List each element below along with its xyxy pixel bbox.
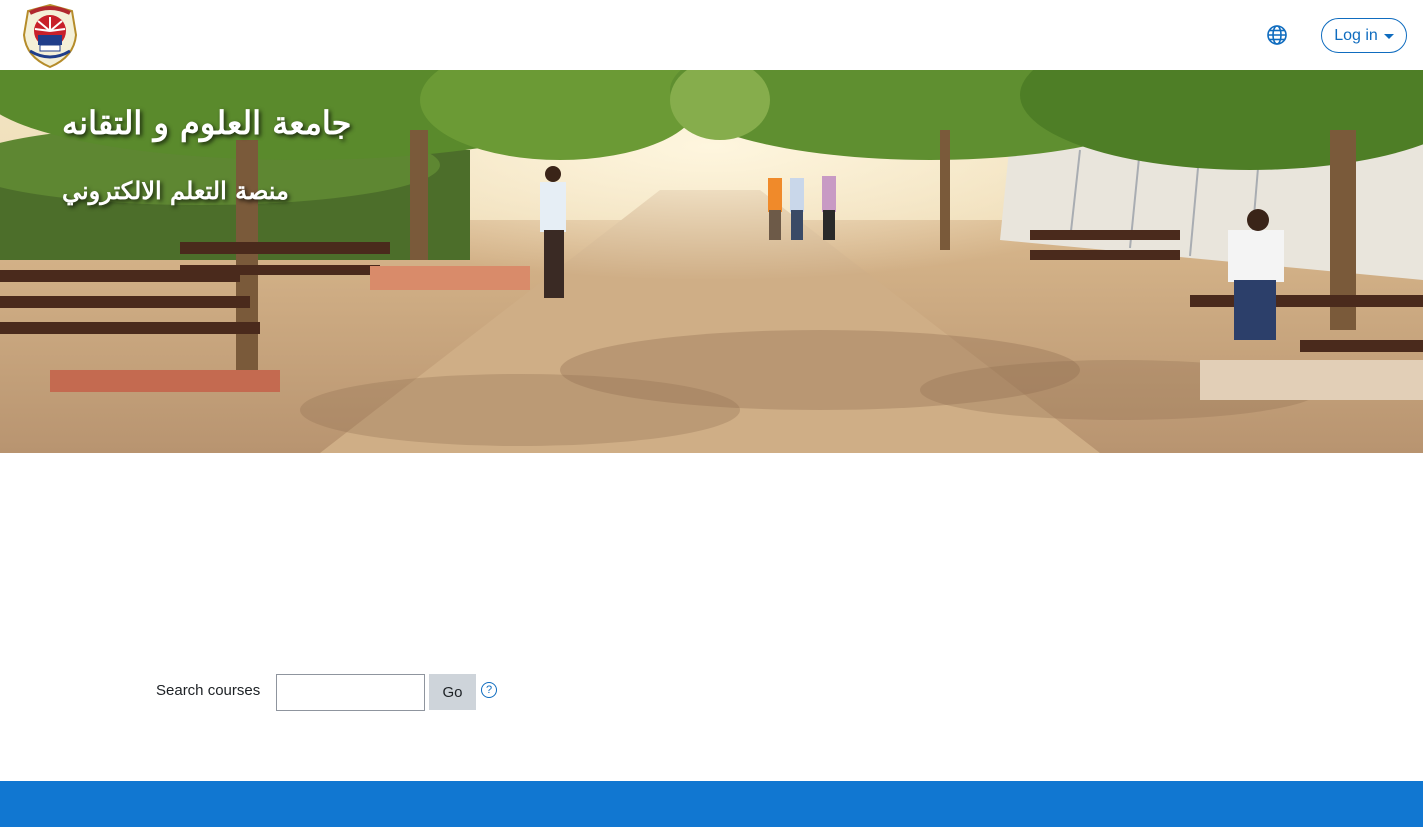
hero-subtitle: منصة التعلم الالكتروني [62, 176, 289, 205]
globe-icon [1267, 25, 1287, 45]
hero-title: جامعة العلوم و التقانه [62, 104, 352, 142]
hero-banner: جامعة العلوم و التقانه منصة التعلم الالك… [0, 70, 1423, 453]
question-circle-icon[interactable]: ? [481, 682, 497, 698]
page-footer [0, 781, 1423, 827]
top-navbar: Log in [0, 0, 1423, 70]
language-menu-button[interactable] [1264, 22, 1290, 48]
search-courses-input[interactable] [276, 674, 425, 711]
go-button[interactable]: Go [429, 674, 476, 710]
chevron-down-icon [1383, 34, 1394, 39]
login-label: Log in [1334, 26, 1378, 44]
search-courses-label: Search courses [156, 682, 261, 699]
university-logo[interactable] [16, 1, 84, 69]
university-seal-icon [22, 3, 78, 69]
login-button[interactable]: Log in [1321, 18, 1407, 53]
